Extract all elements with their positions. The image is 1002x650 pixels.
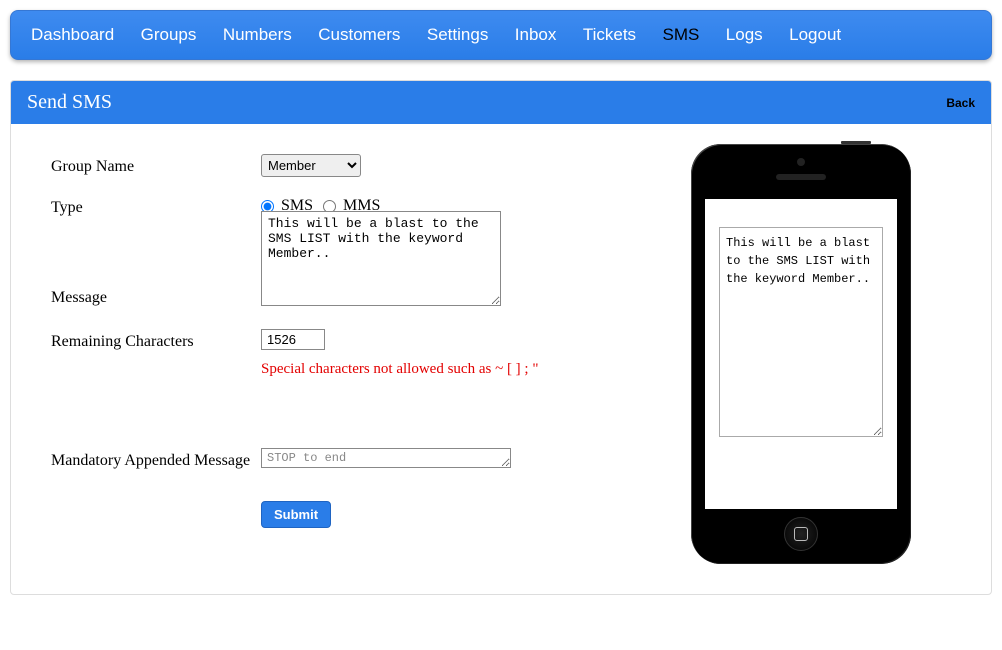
panel-header: Send SMS Back [11, 81, 991, 124]
phone-screen: This will be a blast to the SMS LIST wit… [705, 199, 897, 509]
form-column: Group Name Member Type SMS MMS Message [51, 154, 631, 564]
phone-power-button-icon [841, 141, 871, 144]
nav-dashboard[interactable]: Dashboard [31, 25, 114, 45]
panel-body: Group Name Member Type SMS MMS Message [11, 124, 991, 594]
nav-customers[interactable]: Customers [318, 25, 400, 45]
group-name-label: Group Name [51, 154, 261, 176]
panel-title: Send SMS [27, 91, 112, 114]
appended-textarea[interactable]: STOP to end [261, 448, 511, 468]
phone-preview-column: This will be a blast to the SMS LIST wit… [691, 144, 951, 564]
nav-settings[interactable]: Settings [427, 25, 488, 45]
submit-button[interactable]: Submit [261, 501, 331, 528]
group-name-select[interactable]: Member [261, 154, 361, 177]
nav-logs[interactable]: Logs [726, 25, 763, 45]
send-sms-panel: Send SMS Back Group Name Member Type SMS [10, 80, 992, 595]
main-navbar: Dashboard Groups Numbers Customers Setti… [10, 10, 992, 60]
remaining-label: Remaining Characters [51, 329, 261, 351]
phone-home-button-icon [784, 517, 818, 551]
remaining-input[interactable] [261, 329, 325, 350]
nav-sms[interactable]: SMS [663, 25, 700, 45]
nav-tickets[interactable]: Tickets [583, 25, 636, 45]
nav-groups[interactable]: Groups [141, 25, 197, 45]
type-label: Type [51, 195, 261, 217]
nav-inbox[interactable]: Inbox [515, 25, 557, 45]
back-link[interactable]: Back [946, 96, 975, 110]
phone-mockup: This will be a blast to the SMS LIST wit… [691, 144, 911, 564]
appended-label: Mandatory Appended Message [51, 448, 261, 470]
nav-numbers[interactable]: Numbers [223, 25, 292, 45]
phone-preview-text: This will be a blast to the SMS LIST wit… [719, 227, 883, 437]
nav-logout[interactable]: Logout [789, 25, 841, 45]
message-label: Message [51, 285, 261, 311]
message-textarea[interactable]: This will be a blast to the SMS LIST wit… [261, 211, 501, 306]
special-char-warning: Special characters not allowed such as ~… [261, 361, 631, 378]
